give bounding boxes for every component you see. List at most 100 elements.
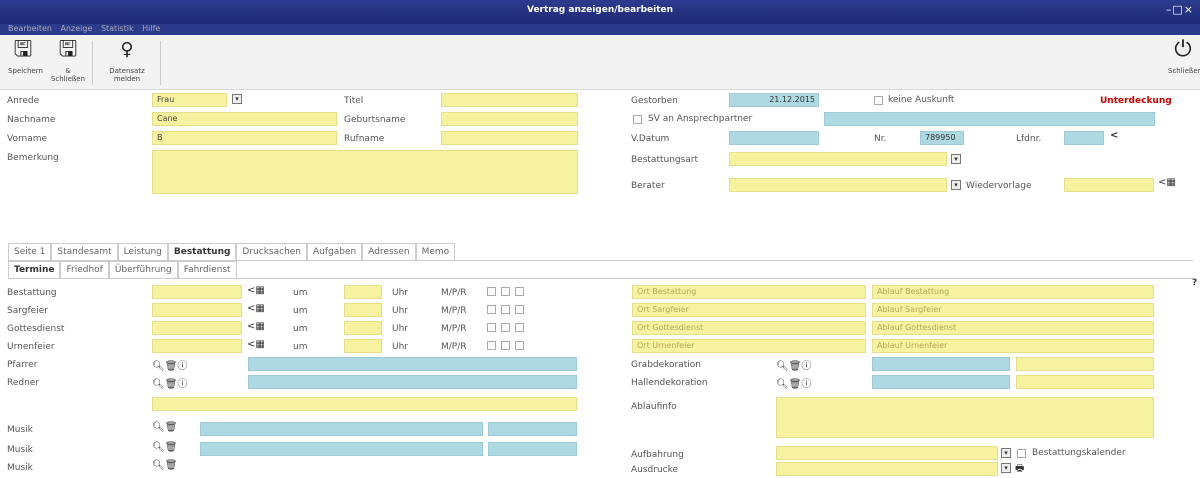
vorname-input[interactable]: B bbox=[152, 131, 337, 145]
subtab-friedhof[interactable]: Friedhof bbox=[60, 261, 109, 278]
m-checkbox[interactable] bbox=[487, 305, 496, 314]
p-checkbox[interactable] bbox=[501, 287, 510, 296]
p-checkbox[interactable] bbox=[501, 323, 510, 332]
menu-anzeige[interactable]: Anzeige bbox=[61, 24, 93, 33]
tab-drucksachen[interactable]: Drucksachen bbox=[236, 243, 308, 260]
aufbahrung-select[interactable] bbox=[776, 446, 998, 460]
m-checkbox[interactable] bbox=[487, 323, 496, 332]
vdatum-input[interactable] bbox=[729, 131, 819, 145]
dropdown-arrow-icon[interactable]: ▾ bbox=[951, 154, 961, 164]
search-trash-info-icons[interactable]: 🔍︎🗑︎ⓘ bbox=[776, 375, 811, 390]
geburtsname-input[interactable] bbox=[441, 112, 578, 126]
termin-date-input[interactable] bbox=[152, 321, 242, 335]
musik-input[interactable] bbox=[200, 442, 483, 456]
ablaufinfo-textarea[interactable] bbox=[776, 397, 1154, 438]
gestorben-input[interactable]: 21.12.2015 bbox=[729, 93, 819, 107]
search-trash-icons[interactable]: 🔍︎🗑︎ bbox=[152, 442, 177, 453]
bemerkung-textarea[interactable] bbox=[152, 150, 578, 194]
m-checkbox[interactable] bbox=[487, 287, 496, 296]
dropdown-arrow-icon[interactable]: ▾ bbox=[232, 94, 242, 104]
tab-bestattung[interactable]: Bestattung bbox=[167, 243, 237, 260]
menu-hilfe[interactable]: Hilfe bbox=[142, 24, 160, 33]
calendar-icon[interactable]: <▦ bbox=[247, 303, 265, 314]
p-checkbox[interactable] bbox=[501, 341, 510, 350]
subtab-fahrdienst[interactable]: Fahrdienst bbox=[177, 261, 237, 278]
ablauf-gottesdienst-input[interactable]: Ablauf Gottesdienst bbox=[872, 321, 1154, 335]
calendar-icon[interactable]: <▦ bbox=[1158, 177, 1176, 188]
berater-select[interactable] bbox=[729, 178, 947, 192]
window-controls[interactable]: –□× bbox=[1166, 3, 1194, 16]
subtab-ueberfuehrung[interactable]: Überführung bbox=[108, 261, 178, 278]
dropdown-arrow-icon[interactable]: ▾ bbox=[951, 180, 961, 190]
termin-time-input[interactable] bbox=[344, 321, 382, 335]
save-button[interactable]: 🖫 Speichern bbox=[8, 39, 43, 76]
musik-extra-input[interactable] bbox=[488, 442, 577, 456]
bestattungsart-select[interactable] bbox=[729, 152, 947, 166]
menu-statistik[interactable]: Statistik bbox=[101, 24, 134, 33]
search-trash-icons[interactable]: 🔍︎🗑︎ bbox=[152, 422, 177, 433]
musik-input[interactable] bbox=[200, 422, 483, 436]
search-trash-info-icons[interactable]: 🔍︎🗑︎ⓘ bbox=[152, 375, 187, 390]
ablauf-sargfeier-input[interactable]: Ablauf Sargfeier bbox=[872, 303, 1154, 317]
close-button[interactable]: ⏻ Schließen bbox=[1168, 39, 1200, 76]
calendar-icon[interactable]: <▦ bbox=[247, 285, 265, 296]
tab-memo[interactable]: Memo bbox=[415, 243, 456, 260]
hallendekoration-extra-input[interactable] bbox=[1016, 375, 1154, 389]
help-icon[interactable]: ? bbox=[1192, 278, 1197, 288]
search-trash-info-icons[interactable]: 🔍︎🗑︎ⓘ bbox=[152, 357, 187, 372]
tab-leistung[interactable]: Leistung bbox=[117, 243, 168, 260]
musik-extra-input[interactable] bbox=[488, 422, 577, 436]
tab-aufgaben[interactable]: Aufgaben bbox=[307, 243, 363, 260]
ort-gottesdienst-input[interactable]: Ort Gottesdienst bbox=[632, 321, 866, 335]
termin-date-input[interactable] bbox=[152, 285, 242, 299]
tab-adressen[interactable]: Adressen bbox=[362, 243, 416, 260]
termin-date-input[interactable] bbox=[152, 339, 242, 353]
search-trash-icons[interactable]: 🔍︎🗑︎ bbox=[152, 460, 177, 471]
calendar-icon[interactable]: <▦ bbox=[247, 321, 265, 332]
search-trash-info-icons[interactable]: 🔍︎🗑︎ⓘ bbox=[776, 357, 811, 372]
redner-input[interactable] bbox=[248, 375, 577, 389]
r-checkbox[interactable] bbox=[515, 305, 524, 314]
calendar-icon[interactable]: <▦ bbox=[247, 339, 265, 350]
dropdown-arrow-icon[interactable]: ▾ bbox=[1001, 463, 1011, 473]
termin-time-input[interactable] bbox=[344, 339, 382, 353]
save-close-button[interactable]: 🖫 & Schließen bbox=[48, 39, 88, 84]
nachname-input[interactable]: Cane bbox=[152, 112, 337, 126]
dropdown-arrow-icon[interactable]: ▾ bbox=[1001, 448, 1011, 458]
keine-auskunft-checkbox[interactable] bbox=[874, 96, 883, 105]
tab-standesamt[interactable]: Standesamt bbox=[51, 243, 118, 260]
lfdnr-input[interactable] bbox=[1064, 131, 1104, 145]
ablauf-urnenfeier-input[interactable]: Ablauf Urnenfeier bbox=[872, 339, 1154, 353]
ausdrucke-select[interactable] bbox=[776, 462, 998, 476]
p-checkbox[interactable] bbox=[501, 305, 510, 314]
ort-urnenfeier-input[interactable]: Ort Urnenfeier bbox=[632, 339, 866, 353]
tab-seite-1[interactable]: Seite 1 bbox=[8, 243, 52, 260]
nr-input[interactable]: 789950 bbox=[920, 131, 964, 145]
ansprechpartner-input[interactable] bbox=[824, 112, 1155, 126]
chevron-left-icon[interactable]: < bbox=[1110, 130, 1118, 141]
titel-input[interactable] bbox=[441, 93, 578, 107]
ort-sargfeier-input[interactable]: Ort Sargfeier bbox=[632, 303, 866, 317]
wiedervorlage-input[interactable] bbox=[1064, 178, 1154, 192]
termin-time-input[interactable] bbox=[344, 303, 382, 317]
redner-info-input[interactable] bbox=[152, 397, 577, 411]
menu-bearbeiten[interactable]: Bearbeiten bbox=[8, 24, 52, 33]
sv-checkbox[interactable] bbox=[633, 115, 642, 124]
hallendekoration-input[interactable] bbox=[872, 375, 1010, 389]
bestattungskalender-checkbox[interactable] bbox=[1017, 449, 1026, 458]
r-checkbox[interactable] bbox=[515, 287, 524, 296]
subtab-termine[interactable]: Termine bbox=[8, 261, 61, 278]
r-checkbox[interactable] bbox=[515, 341, 524, 350]
printer-icon[interactable]: 🖶 bbox=[1015, 461, 1024, 478]
rufname-input[interactable] bbox=[441, 131, 578, 145]
termin-time-input[interactable] bbox=[344, 285, 382, 299]
ort-bestattung-input[interactable]: Ort Bestattung bbox=[632, 285, 866, 299]
ablauf-bestattung-input[interactable]: Ablauf Bestattung bbox=[872, 285, 1154, 299]
anrede-select[interactable]: Frau bbox=[152, 93, 227, 107]
data-report-button[interactable]: ♀ Datensatz melden bbox=[98, 39, 156, 83]
termin-date-input[interactable] bbox=[152, 303, 242, 317]
pfarrer-input[interactable] bbox=[248, 357, 577, 371]
r-checkbox[interactable] bbox=[515, 323, 524, 332]
m-checkbox[interactable] bbox=[487, 341, 496, 350]
grabdekoration-input[interactable] bbox=[872, 357, 1010, 371]
